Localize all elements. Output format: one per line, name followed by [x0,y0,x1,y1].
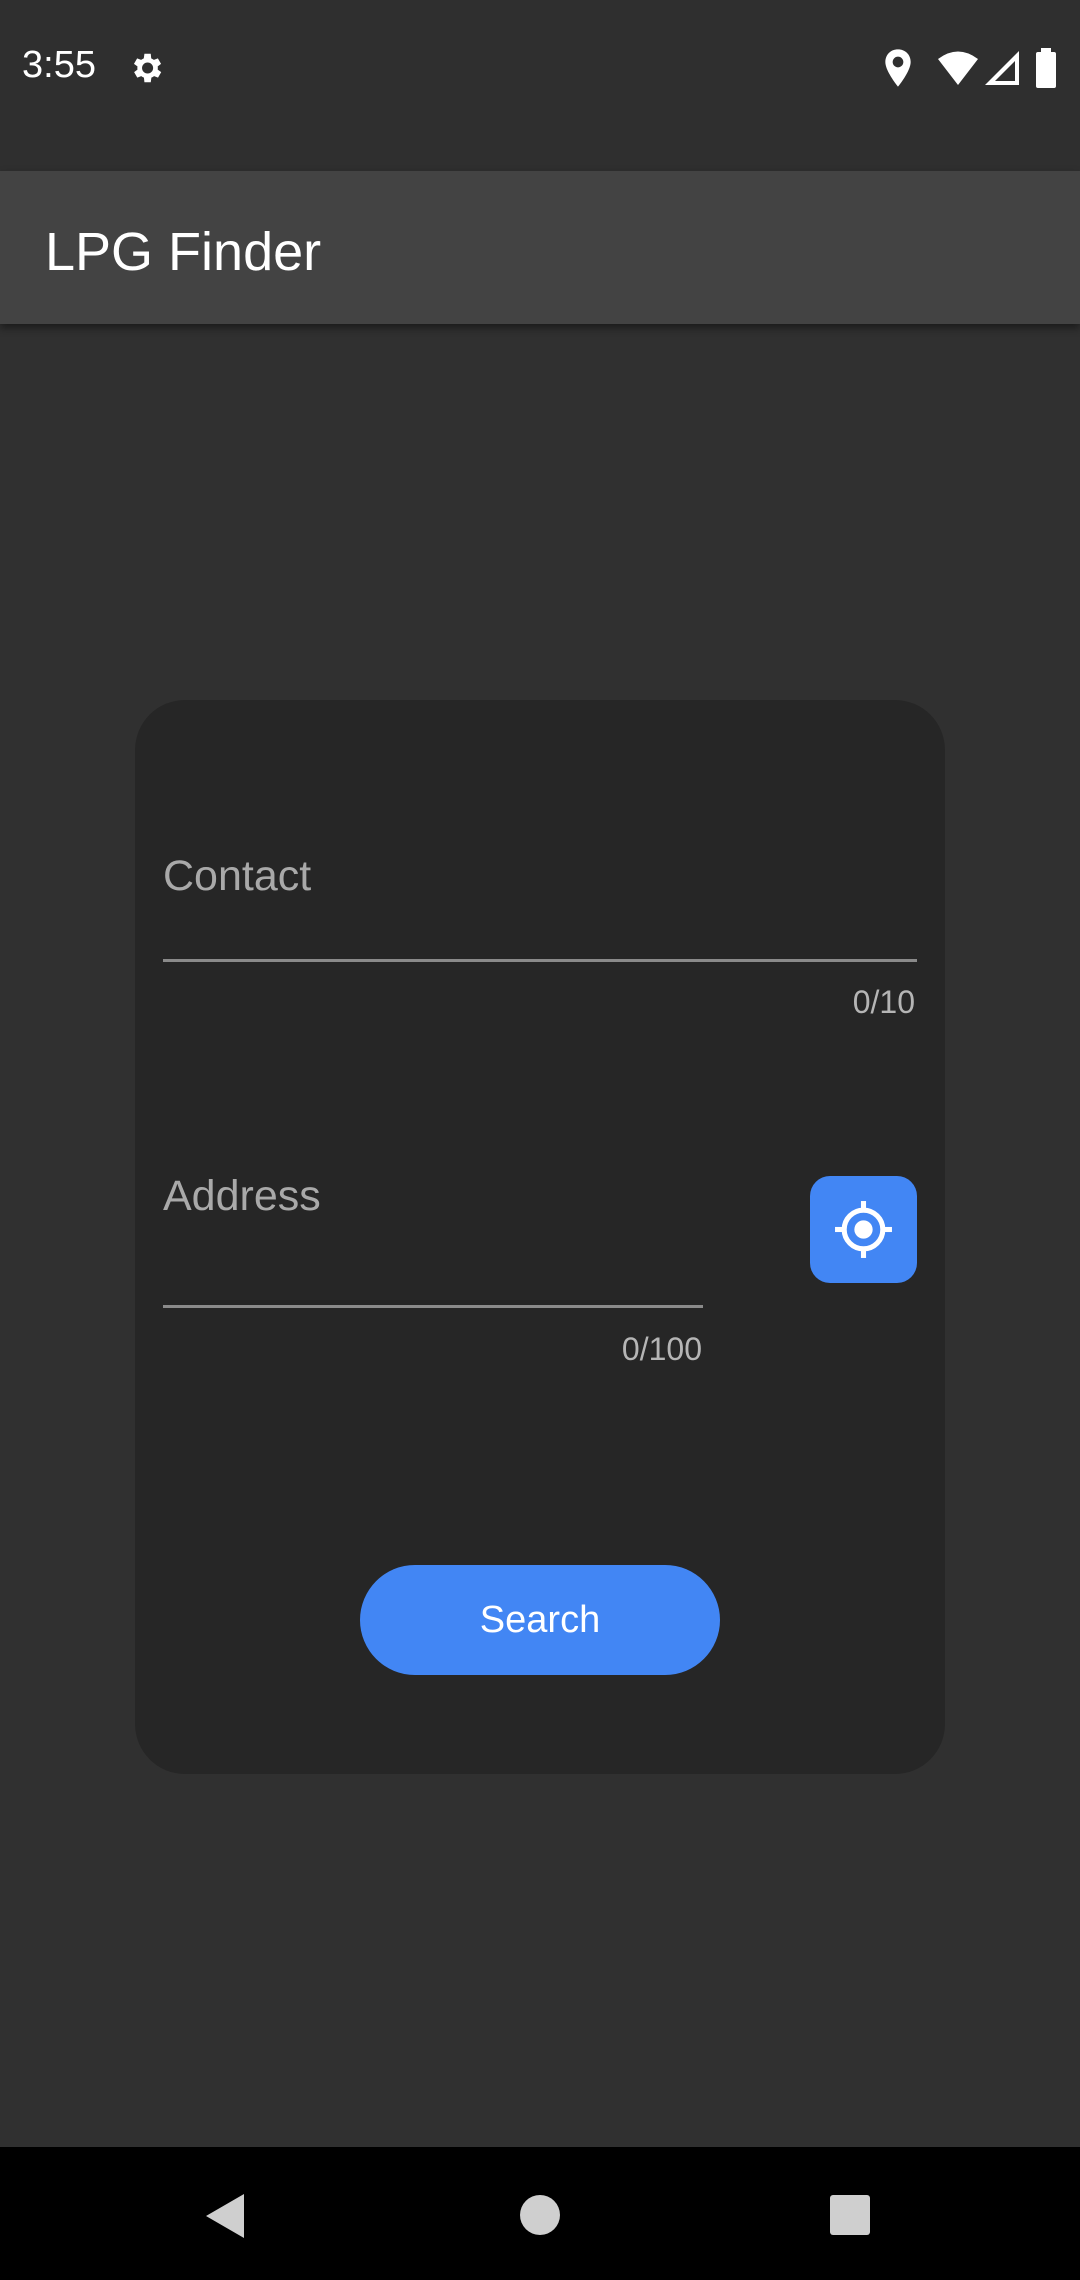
battery-icon [1036,48,1056,88]
home-icon[interactable] [518,2193,562,2237]
address-counter: 0/100 [621,1331,702,1367]
use-current-location-button[interactable] [810,1176,917,1283]
app-bar: LPG Finder [0,171,1080,324]
contact-counter: 0/10 [852,984,915,1020]
contact-underline [163,959,917,962]
navigation-bar [0,2147,1080,2280]
signal-icon [985,51,1019,85]
back-icon[interactable] [204,2192,246,2240]
location-icon [885,49,911,87]
app-title: LPG Finder [45,222,322,282]
contact-label[interactable]: Contact [163,852,311,901]
wifi-icon [938,51,978,85]
status-time: 3:55 [22,44,96,86]
address-underline [163,1305,703,1308]
gps-target-icon [835,1201,892,1258]
status-bar: 3:55 [0,0,1080,171]
address-label[interactable]: Address [163,1172,321,1221]
gear-icon [133,53,162,83]
search-button[interactable]: Search [360,1565,720,1675]
recents-icon[interactable] [828,2194,872,2236]
